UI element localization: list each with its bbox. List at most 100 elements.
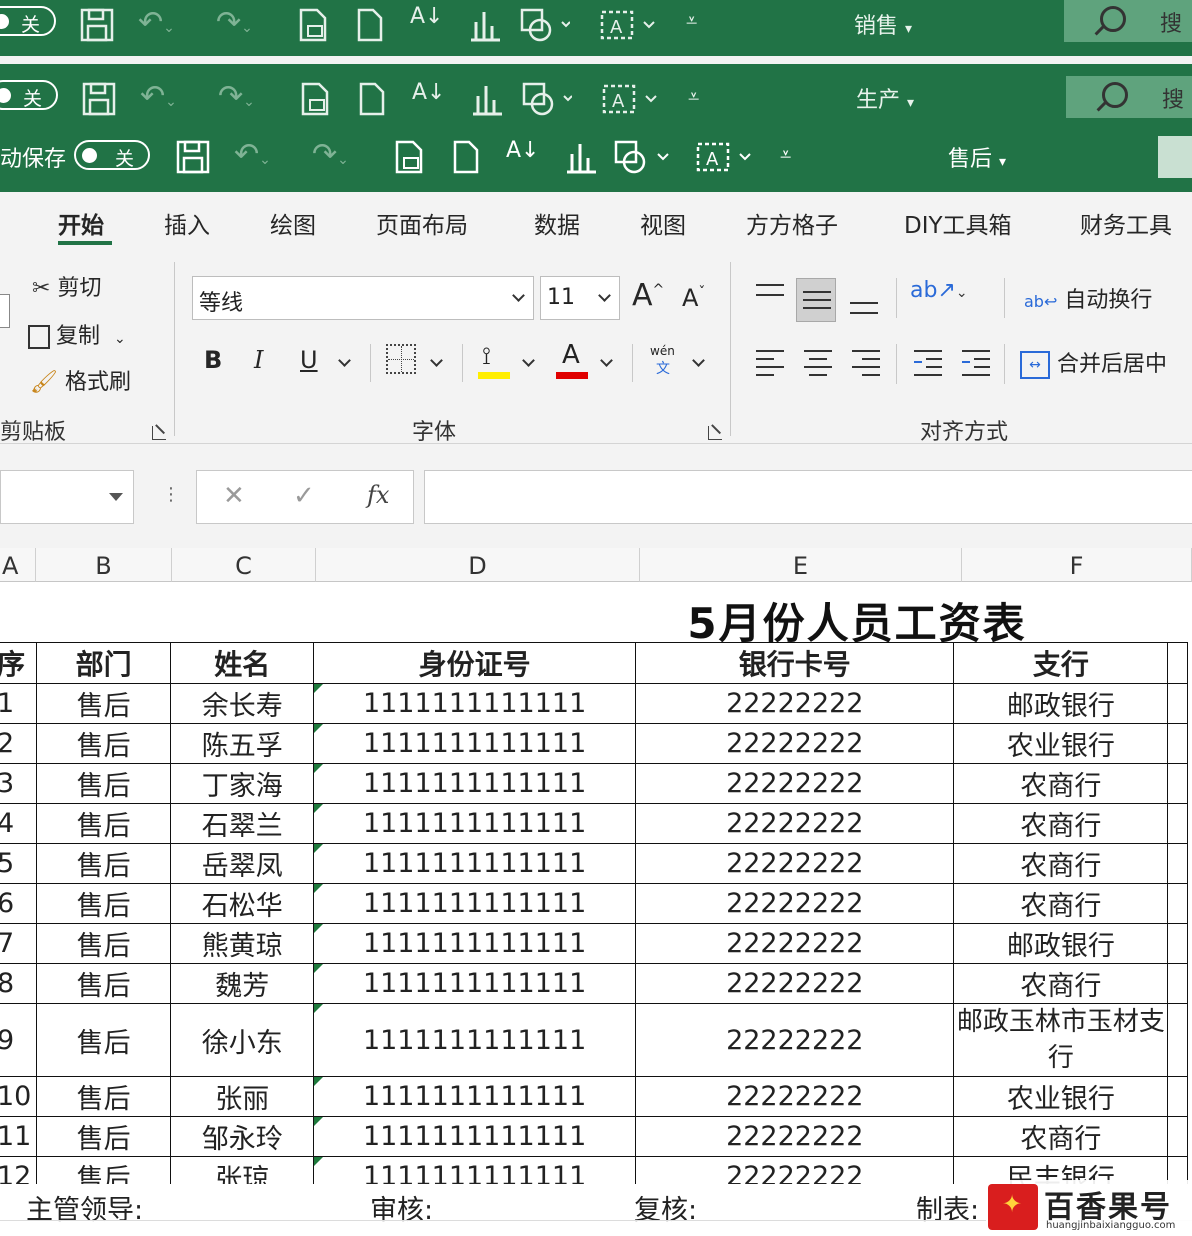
department-cell[interactable]: 售后: [35, 683, 172, 724]
chart-icon[interactable]: [564, 140, 598, 174]
branch-cell[interactable]: 农商行: [953, 843, 1169, 884]
save-icon[interactable]: [176, 140, 210, 174]
empty-cell[interactable]: [1167, 723, 1188, 764]
tab-page-layout[interactable]: 页面布局: [376, 206, 468, 240]
increase-indent-button[interactable]: [958, 344, 998, 388]
font-name-select[interactable]: 等线: [192, 276, 534, 320]
bank-card-cell[interactable]: 22222222: [635, 963, 955, 1004]
bank-card-cell[interactable]: 22222222: [635, 803, 955, 844]
sort-az-icon[interactable]: A↓: [412, 82, 445, 104]
header-cell[interactable]: 身份证号: [313, 642, 637, 684]
column-header-c[interactable]: C: [172, 548, 316, 582]
new-file-icon[interactable]: [358, 82, 386, 116]
branch-cell[interactable]: 农业银行: [953, 723, 1169, 764]
name-box[interactable]: [0, 470, 134, 524]
formula-input[interactable]: [424, 470, 1192, 524]
chevron-down-icon[interactable]: [338, 354, 351, 367]
department-cell[interactable]: 售后: [35, 1076, 172, 1117]
empty-cell[interactable]: [1167, 803, 1188, 844]
department-cell[interactable]: 售后: [35, 923, 172, 964]
document-title[interactable]: 销售 ▾: [854, 8, 912, 40]
insert-function-button[interactable]: fx: [367, 481, 389, 509]
align-right-button[interactable]: [848, 344, 888, 388]
redo-icon[interactable]: ↷⌄: [218, 82, 255, 112]
bank-card-cell[interactable]: 22222222: [635, 843, 955, 884]
seq-cell[interactable]: 3: [0, 763, 37, 804]
undo-icon[interactable]: ↶⌄: [140, 82, 177, 112]
tab-draw[interactable]: 绘图: [270, 206, 316, 240]
empty-cell[interactable]: [1167, 843, 1188, 884]
document-title[interactable]: 生产 ▾: [856, 82, 914, 114]
text-box-icon[interactable]: A: [602, 82, 662, 116]
align-left-button[interactable]: [752, 344, 792, 388]
branch-cell[interactable]: 邮政银行: [953, 683, 1169, 724]
customize-qat-icon[interactable]: ⩡: [688, 86, 699, 106]
seq-cell[interactable]: 2: [0, 723, 37, 764]
print-preview-icon[interactable]: [394, 140, 424, 174]
seq-cell[interactable]: 5: [0, 843, 37, 884]
sort-az-icon[interactable]: A↓: [506, 140, 539, 162]
search-box[interactable]: 搜: [1066, 76, 1192, 118]
align-bottom-button[interactable]: [846, 276, 886, 320]
shapes-icon[interactable]: [522, 82, 572, 116]
department-cell[interactable]: 售后: [35, 803, 172, 844]
grow-font-button[interactable]: A^: [632, 278, 664, 313]
department-cell[interactable]: 售后: [35, 723, 172, 764]
customize-qat-icon[interactable]: ⩡: [686, 10, 697, 30]
name-cell[interactable]: 张丽: [170, 1076, 315, 1117]
align-top-button[interactable]: [752, 276, 792, 320]
column-header-b[interactable]: B: [36, 548, 172, 582]
branch-cell[interactable]: 邮政玉林市玉材支行: [953, 1003, 1169, 1077]
name-cell[interactable]: 丁家海: [170, 763, 315, 804]
chevron-down-icon[interactable]: [430, 354, 443, 367]
empty-cell[interactable]: [1167, 683, 1188, 724]
department-cell[interactable]: 售后: [35, 1116, 172, 1157]
seq-cell[interactable]: 6: [0, 883, 37, 924]
id-number-cell[interactable]: 1111111111111: [313, 1003, 637, 1077]
document-title[interactable]: 售后 ▾: [948, 141, 1006, 173]
font-color-icon[interactable]: A: [556, 340, 590, 380]
id-number-cell[interactable]: 1111111111111: [313, 883, 637, 924]
branch-cell[interactable]: 农业银行: [953, 1076, 1169, 1117]
name-cell[interactable]: 陈五孚: [170, 723, 315, 764]
chart-icon[interactable]: [470, 82, 504, 116]
format-painter-button[interactable]: 🖌 格式刷: [30, 364, 131, 396]
font-launcher-icon[interactable]: [708, 426, 722, 440]
id-number-cell[interactable]: 1111111111111: [313, 1116, 637, 1157]
underline-button[interactable]: U: [300, 346, 318, 374]
cut-button[interactable]: ✂ 剪切: [32, 270, 101, 302]
empty-cell[interactable]: [1167, 642, 1188, 684]
new-file-icon[interactable]: [356, 8, 384, 42]
bank-card-cell[interactable]: 22222222: [635, 1116, 955, 1157]
customize-qat-icon[interactable]: ⩡: [780, 144, 791, 164]
cancel-icon[interactable]: ✕: [223, 481, 245, 511]
border-icon[interactable]: [386, 344, 416, 374]
id-number-cell[interactable]: 1111111111111: [313, 683, 637, 724]
clipboard-launcher-icon[interactable]: [152, 426, 166, 440]
tab-diy-toolbox[interactable]: DIY工具箱: [904, 206, 1012, 240]
empty-cell[interactable]: [1167, 1076, 1188, 1117]
shapes-icon[interactable]: [520, 8, 570, 42]
wrap-text-button[interactable]: ab↩ 自动换行: [1024, 282, 1152, 314]
header-cell[interactable]: 部门: [35, 642, 172, 684]
phonetic-guide-icon[interactable]: wén 文: [650, 344, 682, 380]
id-number-cell[interactable]: 1111111111111: [313, 923, 637, 964]
id-number-cell[interactable]: 1111111111111: [313, 963, 637, 1004]
name-cell[interactable]: 熊黄琼: [170, 923, 315, 964]
supervisor-label[interactable]: 主管领导:: [26, 1188, 143, 1227]
shrink-font-button[interactable]: Aˇ: [682, 284, 705, 312]
decrease-indent-button[interactable]: [910, 344, 950, 388]
branch-cell[interactable]: 农商行: [953, 803, 1169, 844]
column-header-f[interactable]: F: [962, 548, 1192, 582]
text-box-icon[interactable]: A: [600, 8, 660, 42]
align-middle-button[interactable]: [796, 278, 836, 322]
id-number-cell[interactable]: 1111111111111: [313, 763, 637, 804]
header-cell[interactable]: 支行: [953, 642, 1169, 684]
recheck-label[interactable]: 复核:: [634, 1188, 697, 1227]
seq-cell[interactable]: 9: [0, 1003, 37, 1077]
bank-card-cell[interactable]: 22222222: [635, 683, 955, 724]
name-cell[interactable]: 余长寿: [170, 683, 315, 724]
department-cell[interactable]: 售后: [35, 1003, 172, 1077]
undo-icon[interactable]: ↶⌄: [138, 8, 175, 38]
tab-home[interactable]: 开始: [58, 206, 104, 240]
